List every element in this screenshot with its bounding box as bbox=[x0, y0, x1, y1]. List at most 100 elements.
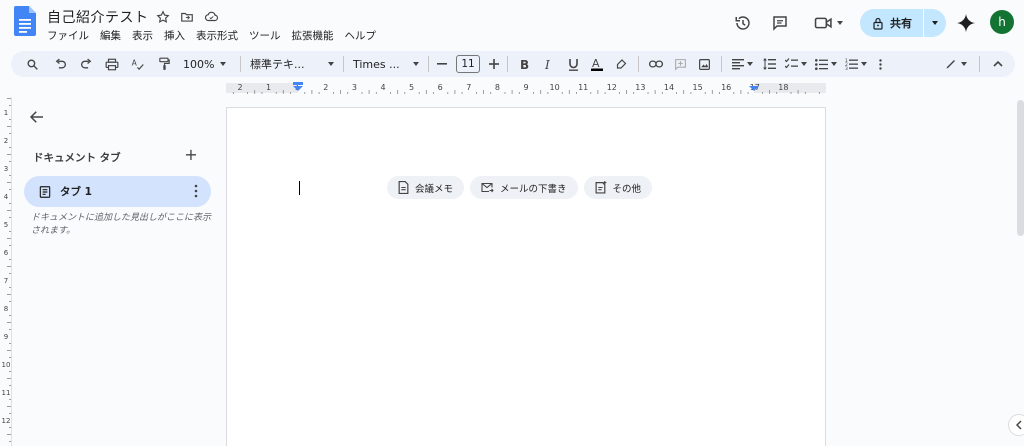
print-icon[interactable] bbox=[99, 51, 125, 77]
ruler-number: 7 bbox=[466, 83, 471, 92]
tab-more-icon[interactable] bbox=[193, 184, 199, 198]
ruler-number: 11 bbox=[578, 83, 588, 92]
vertical-scrollbar[interactable] bbox=[1017, 100, 1024, 236]
ruler-number: 3 bbox=[352, 83, 357, 92]
checklist-icon[interactable] bbox=[781, 51, 811, 77]
menu-edit[interactable]: 編集 bbox=[100, 28, 121, 43]
editing-mode-icon[interactable] bbox=[938, 51, 974, 77]
vruler-number: 1 bbox=[4, 109, 8, 117]
vruler-number: 8 bbox=[4, 305, 8, 313]
ruler-number: 2 bbox=[237, 83, 242, 92]
menu-file[interactable]: ファイル bbox=[47, 28, 89, 43]
email-draft-chip[interactable]: メールの下書き bbox=[470, 176, 578, 199]
email-draft-label: メールの下書き bbox=[500, 183, 567, 195]
zoom-select[interactable]: 100% bbox=[177, 51, 235, 77]
paragraph-style-select[interactable]: 標準テキ... bbox=[246, 51, 338, 77]
bold-icon[interactable]: B bbox=[513, 51, 537, 77]
move-folder-icon[interactable] bbox=[179, 9, 195, 25]
ruler-number: 8 bbox=[495, 83, 500, 92]
add-tab-icon[interactable]: + bbox=[183, 147, 199, 163]
align-icon[interactable] bbox=[727, 51, 757, 77]
undo-icon[interactable] bbox=[47, 51, 73, 77]
ruler-number: 12 bbox=[607, 83, 617, 92]
line-spacing-icon[interactable] bbox=[757, 51, 781, 77]
tab-label: タブ 1 bbox=[60, 186, 92, 198]
ruler-number: 4 bbox=[380, 83, 385, 92]
numbered-list-icon[interactable]: 123 bbox=[841, 51, 871, 77]
paint-format-icon[interactable] bbox=[151, 51, 177, 77]
svg-text:B: B bbox=[520, 58, 529, 70]
cloud-saved-icon[interactable] bbox=[203, 9, 219, 25]
vruler-number: 5 bbox=[4, 221, 8, 229]
star-icon[interactable] bbox=[155, 9, 171, 25]
add-comment-icon[interactable] bbox=[668, 51, 692, 77]
share-button[interactable]: 共有 bbox=[860, 9, 946, 37]
search-menus-icon[interactable] bbox=[17, 51, 47, 77]
document-title[interactable]: 自己紹介テスト bbox=[47, 7, 149, 27]
more-templates-label: その他 bbox=[612, 183, 642, 195]
header: 自己紹介テスト ファイル 編集 表示 挿入 表示形式 ツール 拡張機能 ヘルプ … bbox=[0, 0, 1024, 46]
vruler-number: 4 bbox=[4, 193, 9, 201]
doc-note-icon bbox=[398, 181, 409, 194]
svg-text:A: A bbox=[132, 58, 138, 67]
horizontal-ruler[interactable]: 21123456789101112131415161718 bbox=[226, 81, 826, 95]
ruler-number: 13 bbox=[635, 83, 645, 92]
menu-bar: ファイル 編集 表示 挿入 表示形式 ツール 拡張機能 ヘルプ bbox=[47, 28, 376, 43]
template-chips: 会議メモ メールの下書き その他 bbox=[387, 176, 653, 199]
insert-image-icon[interactable] bbox=[692, 51, 716, 77]
svg-text:3: 3 bbox=[845, 66, 848, 70]
ruler-number: 2 bbox=[323, 83, 328, 92]
docs-logo-icon[interactable] bbox=[14, 6, 36, 36]
document-tabs-sidebar: ドキュメント タブ + タブ 1 ドキュメントに追加した見出しがここに表示されま… bbox=[20, 100, 220, 446]
decrease-font-size-icon[interactable] bbox=[434, 51, 450, 77]
font-family-select[interactable]: Times ... bbox=[349, 51, 423, 77]
sidebar-hint: ドキュメントに追加した見出しがここに表示されます。 bbox=[31, 213, 212, 236]
vruler-number: 7 bbox=[4, 277, 8, 285]
ruler-number: 9 bbox=[523, 83, 528, 92]
menu-help[interactable]: ヘルプ bbox=[345, 28, 377, 43]
back-arrow-icon[interactable] bbox=[28, 108, 46, 126]
text-color-icon[interactable]: A bbox=[585, 51, 609, 77]
document-page[interactable]: 会議メモ メールの下書き その他 bbox=[226, 107, 826, 446]
menu-insert[interactable]: 挿入 bbox=[164, 28, 185, 43]
highlight-icon[interactable] bbox=[609, 51, 633, 77]
meet-icon[interactable] bbox=[811, 12, 845, 34]
insert-link-icon[interactable] bbox=[644, 51, 668, 77]
redo-icon[interactable] bbox=[73, 51, 99, 77]
menu-tools[interactable]: ツール bbox=[249, 28, 281, 43]
more-templates-icon bbox=[595, 181, 606, 194]
vertical-ruler[interactable]: 12345678910111213 bbox=[0, 97, 12, 446]
underline-icon[interactable] bbox=[561, 51, 585, 77]
increase-font-size-icon[interactable] bbox=[486, 51, 502, 77]
tab-doc-icon bbox=[39, 185, 51, 198]
share-dropdown-icon[interactable] bbox=[924, 9, 946, 37]
gemini-icon[interactable] bbox=[955, 12, 977, 34]
hide-menus-icon[interactable] bbox=[985, 51, 1011, 77]
avatar[interactable]: h bbox=[990, 10, 1014, 34]
italic-icon[interactable]: I bbox=[537, 51, 561, 77]
spellcheck-icon[interactable]: A bbox=[125, 51, 151, 77]
meeting-notes-chip[interactable]: 会議メモ bbox=[387, 176, 465, 199]
more-templates-chip[interactable]: その他 bbox=[583, 176, 653, 199]
menu-view[interactable]: 表示 bbox=[132, 28, 153, 43]
more-options-icon[interactable] bbox=[871, 51, 889, 77]
ruler-number: 14 bbox=[664, 83, 674, 92]
menu-format[interactable]: 表示形式 bbox=[196, 28, 238, 43]
vruler-number: 6 bbox=[4, 249, 9, 257]
svg-text:A: A bbox=[592, 57, 600, 70]
vruler-number: 9 bbox=[4, 333, 8, 341]
sidebar-item-tab-1[interactable]: タブ 1 bbox=[24, 176, 211, 207]
svg-text:I: I bbox=[544, 58, 550, 70]
vruler-number: 10 bbox=[2, 361, 11, 369]
first-line-indent-marker[interactable] bbox=[293, 82, 303, 85]
comments-icon[interactable] bbox=[769, 12, 791, 34]
lock-icon bbox=[873, 17, 883, 30]
bulleted-list-icon[interactable] bbox=[811, 51, 841, 77]
version-history-icon[interactable] bbox=[732, 12, 754, 34]
font-size-input[interactable]: 11 bbox=[456, 55, 480, 73]
vruler-number: 3 bbox=[4, 165, 8, 173]
side-panel-toggle-icon[interactable] bbox=[1008, 414, 1024, 436]
menu-extensions[interactable]: 拡張機能 bbox=[292, 28, 334, 43]
ruler-number: 10 bbox=[550, 83, 560, 92]
sidebar-title: ドキュメント タブ bbox=[33, 152, 121, 164]
